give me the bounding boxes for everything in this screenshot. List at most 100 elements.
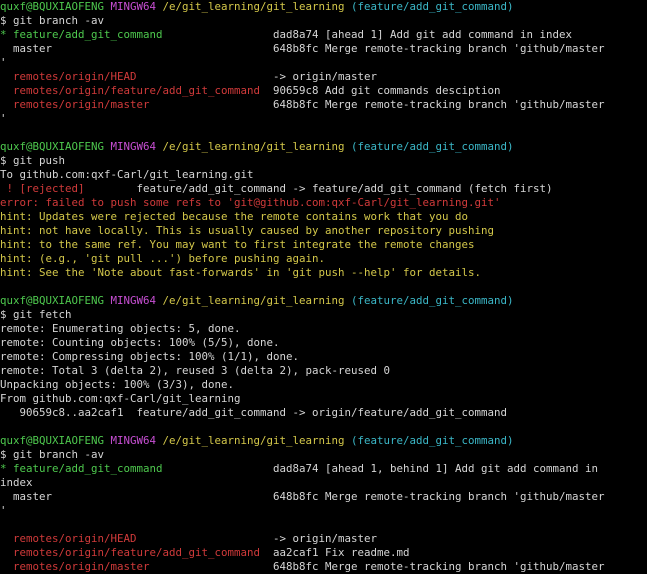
terminal-line: To github.com:qxf-Carl/git_learning.git	[0, 168, 647, 182]
terminal-line: master 648b8fc Merge remote-tracking bra…	[0, 490, 647, 504]
terminal-line: quxf@BQUXIAOFENG MINGW64 /e/git_learning…	[0, 294, 647, 308]
terminal-line: quxf@BQUXIAOFENG MINGW64 /e/git_learning…	[0, 140, 647, 154]
terminal-text-segment: remotes/origin/HEAD	[0, 532, 274, 545]
terminal-line: $ git branch -av	[0, 14, 647, 28]
terminal-line: remote: Enumerating objects: 5, done.	[0, 322, 647, 336]
terminal-text-segment: '	[0, 112, 7, 125]
terminal-text-segment: remote: Counting objects: 100% (5/5), do…	[0, 336, 280, 349]
terminal-text-segment: $ git branch -av	[0, 14, 105, 27]
terminal-text-segment: From github.com:qxf-Carl/git_learning	[0, 392, 241, 405]
terminal-line: master 648b8fc Merge remote-tracking bra…	[0, 42, 647, 56]
terminal-text-segment: (feature/add_git_command)	[351, 0, 514, 13]
terminal-text-segment: quxf@BQUXIAOFENG	[0, 140, 111, 153]
terminal-text-segment: master 648b8fc Merge remote-tracking bra…	[0, 490, 605, 503]
terminal-text-segment: master 648b8fc Merge remote-tracking bra…	[0, 42, 605, 55]
terminal-text-segment: quxf@BQUXIAOFENG	[0, 434, 111, 447]
terminal-text-segment: -> origin/master	[273, 70, 378, 83]
terminal-line: hint: See the 'Note about fast-forwards'…	[0, 266, 647, 280]
terminal-text-segment: hint: (e.g., 'git pull ...') before push…	[0, 252, 326, 265]
terminal-text-segment: 648b8fc Merge remote-tracking branch 'gi…	[273, 560, 605, 573]
terminal-text-segment: remotes/origin/master	[0, 560, 274, 573]
terminal-text-segment: remotes/origin/HEAD	[0, 70, 274, 83]
terminal-text-segment: remote: Total 3 (delta 2), reused 3 (del…	[0, 364, 391, 377]
terminal-text-segment: /e/git_learning/git_learning	[162, 294, 352, 307]
terminal-text-segment: remotes/origin/feature/add_git_command	[0, 84, 274, 97]
terminal-text-segment: remote: Enumerating objects: 5, done.	[0, 322, 241, 335]
terminal-line: remote: Total 3 (delta 2), reused 3 (del…	[0, 364, 647, 378]
terminal-text-segment: quxf@BQUXIAOFENG	[0, 294, 111, 307]
terminal-text-segment: aa2caf1 Fix readme.md	[273, 546, 410, 559]
terminal-text-segment: (feature/add_git_command)	[351, 294, 514, 307]
terminal-text-segment: hint: See the 'Note about fast-forwards'…	[0, 266, 482, 279]
terminal-line: $ git push	[0, 154, 647, 168]
terminal-line: remotes/origin/feature/add_git_command a…	[0, 546, 647, 560]
terminal-text-segment: 90659c8..aa2caf1 feature/add_git_command…	[0, 406, 508, 419]
terminal-text-segment: (feature/add_git_command)	[351, 140, 514, 153]
terminal-line: * feature/add_git_command dad8a74 [ahead…	[0, 28, 647, 42]
terminal-text-segment: dad8a74 [ahead 1, behind 1] Add git add …	[273, 462, 599, 475]
terminal-text-segment: quxf@BQUXIAOFENG	[0, 0, 111, 13]
terminal-line: hint: to the same ref. You may want to f…	[0, 238, 647, 252]
terminal-line: error: failed to push some refs to 'git@…	[0, 196, 647, 210]
terminal-line: remote: Compressing objects: 100% (1/1),…	[0, 350, 647, 364]
terminal-line: '	[0, 504, 647, 518]
terminal-text-segment: 648b8fc Merge remote-tracking branch 'gi…	[273, 98, 605, 111]
terminal-line: remotes/origin/master 648b8fc Merge remo…	[0, 98, 647, 112]
terminal-line: $ git fetch	[0, 308, 647, 322]
terminal-text-segment: error: failed to push some refs to 'git@…	[0, 196, 501, 209]
terminal-text-segment: $ git push	[0, 154, 66, 167]
terminal-text-segment: MINGW64	[110, 294, 163, 307]
terminal-text-segment: hint: to the same ref. You may want to f…	[0, 238, 475, 251]
terminal-line: remotes/origin/master 648b8fc Merge remo…	[0, 560, 647, 574]
terminal-text-segment: dad8a74 [ahead 1] Add git add command in…	[273, 28, 573, 41]
terminal-line: '	[0, 112, 647, 126]
terminal-text-segment: remotes/origin/master	[0, 98, 274, 111]
terminal-text-segment: remote: Compressing objects: 100% (1/1),…	[0, 350, 300, 363]
terminal-line: '	[0, 56, 647, 70]
terminal-text-segment: To github.com:qxf-Carl/git_learning.git	[0, 168, 254, 181]
terminal-line: hint: Updates were rejected because the …	[0, 210, 647, 224]
terminal-text-segment: feature/add_git_command -> feature/add_g…	[136, 182, 553, 195]
terminal-output[interactable]: quxf@BQUXIAOFENG MINGW64 /e/git_learning…	[0, 0, 647, 574]
terminal-text-segment: '	[0, 504, 7, 517]
terminal-text-segment: * feature/add_git_command	[0, 462, 274, 475]
terminal-text-segment: $ git branch -av	[0, 448, 105, 461]
terminal-line: remotes/origin/feature/add_git_command 9…	[0, 84, 647, 98]
terminal-text-segment: -> origin/master	[273, 532, 378, 545]
terminal-text-segment: /e/git_learning/git_learning	[162, 434, 352, 447]
terminal-text-segment: '	[0, 56, 7, 69]
terminal-line: hint: (e.g., 'git pull ...') before push…	[0, 252, 647, 266]
terminal-line: remote: Counting objects: 100% (5/5), do…	[0, 336, 647, 350]
terminal-line: From github.com:qxf-Carl/git_learning	[0, 392, 647, 406]
terminal-text-segment: $ git fetch	[0, 308, 72, 321]
terminal-text-segment: (feature/add_git_command)	[351, 434, 514, 447]
terminal-text-segment: ! [rejected]	[0, 182, 137, 195]
terminal-line: quxf@BQUXIAOFENG MINGW64 /e/git_learning…	[0, 0, 647, 14]
terminal-line: ! [rejected] feature/add_git_command -> …	[0, 182, 647, 196]
terminal-line: Unpacking objects: 100% (3/3), done.	[0, 378, 647, 392]
terminal-line: * feature/add_git_command dad8a74 [ahead…	[0, 462, 647, 476]
terminal-text-segment: /e/git_learning/git_learning	[162, 0, 352, 13]
terminal-line: remotes/origin/HEAD -> origin/master	[0, 70, 647, 84]
terminal-line: 90659c8..aa2caf1 feature/add_git_command…	[0, 406, 647, 420]
terminal-text-segment: MINGW64	[110, 0, 163, 13]
terminal-text-segment: /e/git_learning/git_learning	[162, 140, 352, 153]
terminal-text-segment: hint: not have locally. This is usually …	[0, 224, 495, 237]
terminal-text-segment: 90659c8 Add git commands desciption	[273, 84, 501, 97]
terminal-text-segment: MINGW64	[110, 434, 163, 447]
terminal-text-segment: index	[0, 476, 33, 489]
terminal-line: hint: not have locally. This is usually …	[0, 224, 647, 238]
terminal-text-segment: Unpacking objects: 100% (3/3), done.	[0, 378, 235, 391]
terminal-text-segment: remotes/origin/feature/add_git_command	[0, 546, 274, 559]
terminal-text-segment: * feature/add_git_command	[0, 28, 274, 41]
terminal-line: index	[0, 476, 647, 490]
terminal-text-segment: MINGW64	[110, 140, 163, 153]
terminal-line: quxf@BQUXIAOFENG MINGW64 /e/git_learning…	[0, 434, 647, 448]
terminal-text-segment: hint: Updates were rejected because the …	[0, 210, 469, 223]
terminal-line: $ git branch -av	[0, 448, 647, 462]
terminal-line: remotes/origin/HEAD -> origin/master	[0, 532, 647, 546]
